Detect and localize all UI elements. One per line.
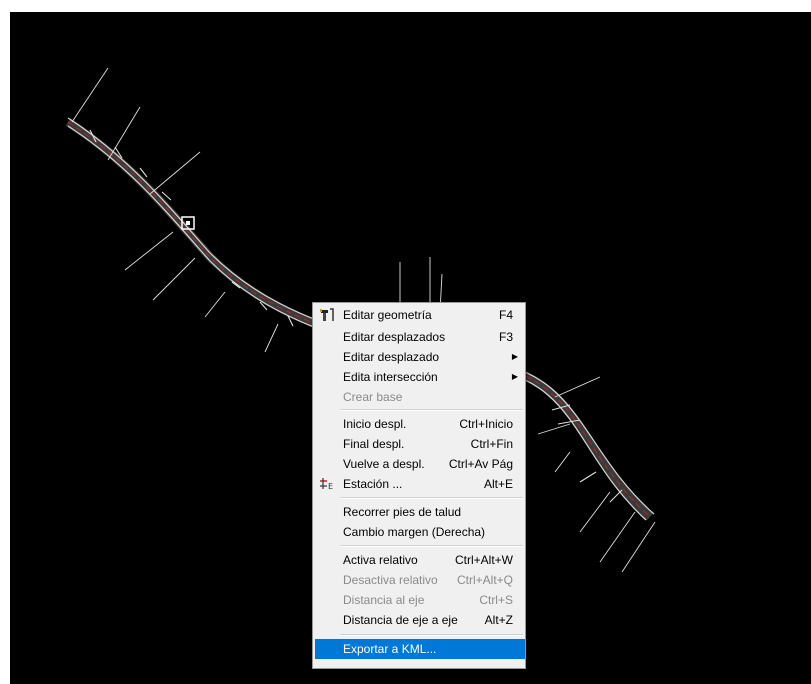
menu-item-shortcut: Ctrl+S [479, 593, 513, 607]
menu-item-vuelve-a-despl[interactable]: Vuelve a despl. Ctrl+Av Pág [315, 454, 525, 474]
menu-item-label: Inicio despl. [343, 417, 407, 431]
menu-item-label: Edita intersección [343, 370, 438, 384]
menu-item-label: Cambio margen (Derecha) [343, 525, 486, 539]
menu-item-label: Editar desplazados [343, 330, 446, 344]
station-leader [152, 257, 196, 301]
menu-item-label: Vuelve a despl. [343, 457, 425, 471]
menu-item-label: Estación ... [343, 477, 403, 491]
menu-item-label: Activa relativo [343, 553, 418, 567]
menu-item-shortcut: F3 [498, 330, 513, 344]
station-tick [609, 489, 623, 503]
menu-item-editar-geometría[interactable]: Editar geometría F4 [315, 305, 525, 325]
menu-item-distancia-de-eje-a-eje[interactable]: Distancia de eje a eje Alt+Z [315, 610, 525, 630]
menu-item-recorrer-pies-de-talud[interactable]: Recorrer pies de talud [315, 502, 525, 522]
menu-item-label: Editar geometría [343, 308, 432, 322]
menu-item-estación[interactable]: E Estación ... Alt+E [315, 474, 525, 494]
station-tick [579, 471, 597, 483]
menu-item-inicio-despl[interactable]: Inicio despl. Ctrl+Inicio [315, 414, 525, 434]
menu-item-label: Final despl. [343, 437, 405, 451]
menu-item-label: Recorrer pies de talud [343, 505, 462, 519]
menu-item-editar-desplazado[interactable]: Editar desplazado ▶ [315, 347, 525, 367]
menu-separator [340, 409, 523, 411]
svg-text:E: E [328, 482, 333, 491]
station-leader [537, 423, 571, 435]
menu-item-distancia-al-eje: Distancia al eje Ctrl+S [315, 590, 525, 610]
station-leader [124, 231, 174, 271]
menu-item-shortcut: Ctrl+Fin [470, 437, 513, 451]
menu-item-label: Desactiva relativo [343, 573, 438, 587]
menu-item-shortcut: Ctrl+Av Pág [448, 457, 513, 471]
menu-item-label: Editar desplazado [343, 350, 440, 364]
station-leader [599, 511, 636, 563]
selection-grip-center [186, 221, 190, 225]
menu-item-desactiva-relativo: Desactiva relativo Ctrl+Alt+Q [315, 570, 525, 590]
menu-separator [340, 545, 523, 547]
menu-item-shortcut: Ctrl+Alt+Q [456, 573, 513, 587]
menu-item-label: Exportar a KML... [343, 642, 437, 656]
station-leader [579, 491, 611, 533]
menu-item-label: Crear base [343, 390, 403, 404]
submenu-arrow-icon: ▶ [511, 352, 518, 361]
station-leader [554, 451, 571, 473]
station-leader [264, 323, 279, 353]
station-leader [107, 106, 141, 161]
menu-item-shortcut: Ctrl+Inicio [459, 417, 513, 431]
menu-item-crear-base: Crear base [315, 387, 525, 407]
menu-item-activa-relativo[interactable]: Activa relativo Ctrl+Alt+W [315, 550, 525, 570]
menu-item-shortcut: Alt+Z [484, 613, 513, 627]
station-leader [621, 521, 656, 573]
station-leader [71, 67, 109, 123]
context-menu: Editar geometría F4 Editar desplazados F3 Ed… [312, 302, 526, 669]
submenu-arrow-icon: ▶ [511, 372, 518, 381]
menu-item-shortcut: F4 [498, 308, 513, 322]
menu-item-shortcut: Alt+E [483, 477, 513, 491]
menu-item-label: Distancia al eje [343, 593, 425, 607]
station-leader [204, 291, 226, 318]
menu-item-exportar-a-kml[interactable]: Exportar a KML... [315, 639, 525, 659]
menu-separator [340, 634, 523, 636]
menu-item-final-despl[interactable]: Final despl. Ctrl+Fin [315, 434, 525, 454]
station-icon: E [319, 477, 335, 491]
edit-geometry-icon [319, 308, 335, 322]
menu-item-shortcut: Ctrl+Alt+W [454, 553, 513, 567]
station-leader [554, 376, 601, 398]
menu-item-cambio-margen-derecha[interactable]: Cambio margen (Derecha) [315, 522, 525, 542]
menu-item-edita-intersección[interactable]: Edita intersección ▶ [315, 367, 525, 387]
menu-item-label: Distancia de eje a eje [343, 613, 458, 627]
station-leader [149, 151, 201, 195]
menu-item-editar-desplazados[interactable]: Editar desplazados F3 [315, 327, 525, 347]
menu-separator [340, 497, 523, 499]
